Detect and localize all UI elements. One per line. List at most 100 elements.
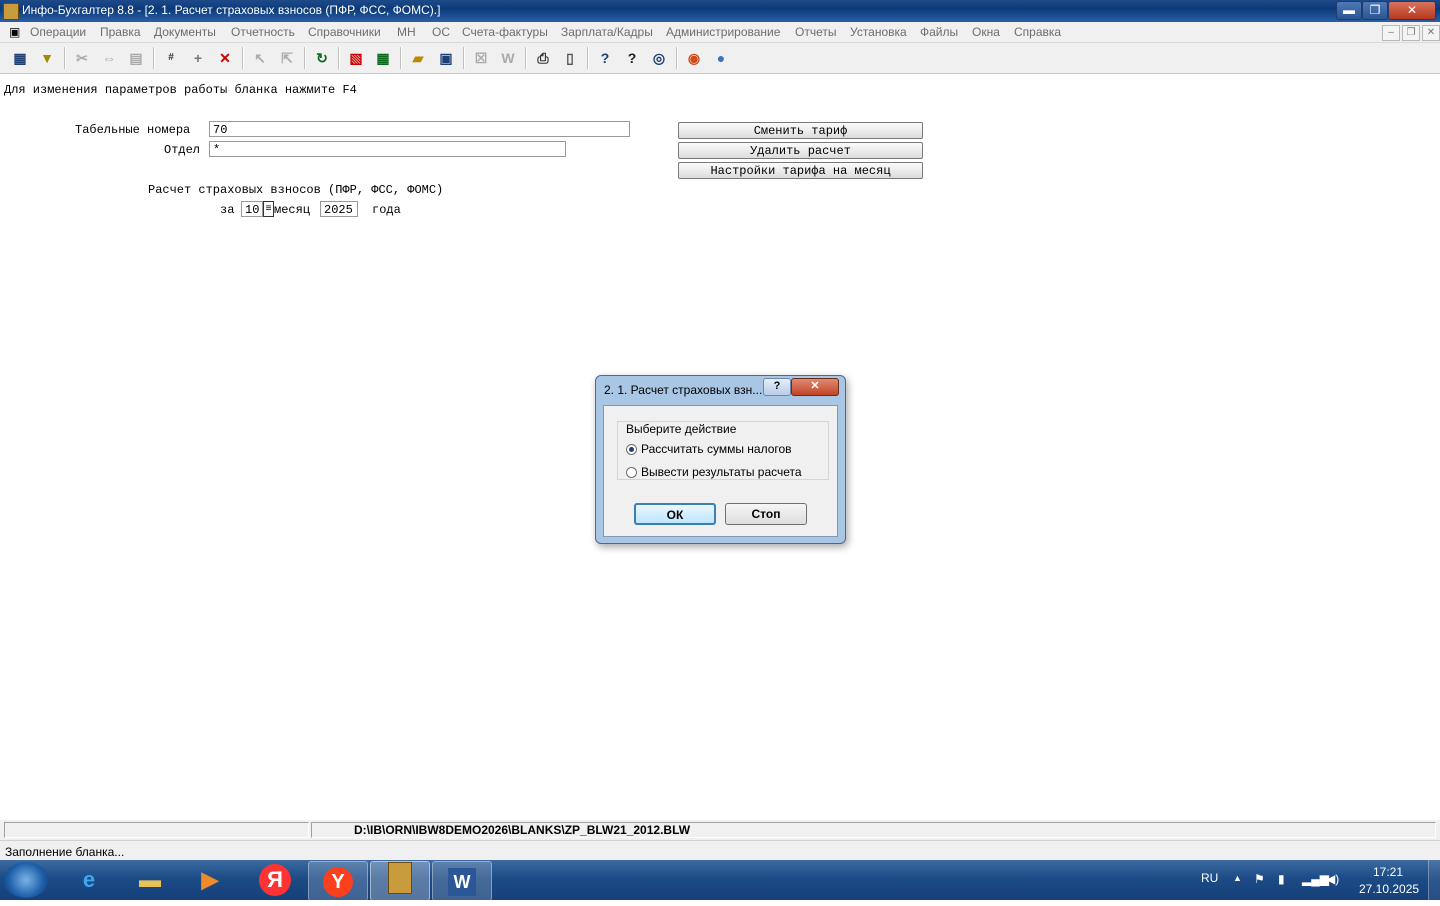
menu-item-operations[interactable]: Операции	[30, 25, 86, 39]
calculator-icon[interactable]: ▦	[374, 49, 392, 67]
year-input[interactable]: 2025	[320, 201, 358, 217]
department-label: Отдел	[164, 143, 201, 157]
group-label: Выберите действие	[626, 422, 737, 436]
word-taskbar-icon[interactable]: W	[432, 861, 492, 901]
filter-icon[interactable]: ▼	[38, 49, 56, 67]
ok-button[interactable]: ОК	[634, 503, 716, 525]
pdf-icon[interactable]: ▧	[347, 49, 365, 67]
copy-icon[interactable]: ⇔	[100, 49, 118, 67]
menu-item-invoices[interactable]: Счета-фактуры	[462, 25, 548, 39]
select-icon[interactable]: ↖	[251, 49, 269, 67]
ie-icon[interactable]: e	[60, 861, 118, 899]
mdi-close-button[interactable]: ✕	[1422, 25, 1440, 41]
media-player-icon[interactable]: ▶	[181, 861, 239, 899]
calc-title: Расчет страховых взносов (ПФР, ФСС, ФОМС…	[148, 183, 444, 197]
save-icon[interactable]: ▣	[437, 49, 455, 67]
menu-item-directories[interactable]: Справочники	[308, 25, 381, 39]
menu-item-reporting[interactable]: Отчетность	[231, 25, 295, 39]
clock-date[interactable]: 27.10.2025	[1359, 882, 1419, 896]
menu-item-os[interactable]: ОС	[432, 25, 450, 39]
explorer-icon[interactable]: ▬	[121, 861, 179, 899]
word-icon[interactable]: W	[499, 49, 517, 67]
action-center-icon[interactable]: ⚑	[1254, 872, 1265, 886]
show-desktop-button[interactable]	[1428, 860, 1440, 900]
change-tariff-button[interactable]: Сменить тариф	[678, 122, 923, 139]
help-icon[interactable]: ?	[596, 49, 614, 67]
menu-bar: ▣ Операции Правка Документы Отчетность С…	[0, 22, 1440, 43]
status-panel-left	[4, 822, 309, 838]
mdi-minimize-button[interactable]: –	[1382, 25, 1400, 41]
title-bar: Инфо-Бухгалтер 8.8 - [2. 1. Расчет страх…	[0, 0, 1440, 22]
info-accountant-icon[interactable]	[370, 861, 430, 901]
menu-item-administration[interactable]: Администрирование	[666, 25, 780, 39]
menu-item-documents[interactable]: Документы	[154, 25, 216, 39]
yandex-icon[interactable]: Я	[246, 861, 304, 899]
minimize-button[interactable]: ▬	[1336, 1, 1362, 20]
for-label: за	[220, 203, 235, 217]
maximize-button[interactable]: ❐	[1362, 1, 1388, 20]
radio-calc[interactable]	[626, 444, 637, 455]
network-icon[interactable]: ▂▄▆	[1302, 872, 1329, 886]
delete-calc-button[interactable]: Удалить расчет	[678, 142, 923, 159]
menu-item-mn[interactable]: МН	[397, 25, 416, 39]
option-calc-label[interactable]: Рассчитать суммы налогов	[641, 442, 792, 456]
power-icon[interactable]: ▮	[1278, 872, 1285, 886]
month-input[interactable]: 10	[241, 201, 263, 217]
menu-item-edit[interactable]: Правка	[100, 25, 141, 39]
context-help-icon[interactable]: ?	[623, 49, 641, 67]
month-label: месяц	[274, 203, 311, 217]
delete-icon[interactable]: ✕	[216, 49, 234, 67]
show-hidden-icons[interactable]: ▲	[1233, 873, 1242, 883]
menu-item-setup[interactable]: Установка	[850, 25, 907, 39]
menu-item-help[interactable]: Справка	[1014, 25, 1061, 39]
status-message: Заполнение бланка...	[5, 845, 125, 859]
dialog-title: 2. 1. Расчет страховых взн...	[604, 383, 763, 397]
stop-button[interactable]: Стоп	[725, 503, 807, 525]
mdi-restore-button[interactable]: ❐	[1402, 25, 1420, 41]
dialog-close-button[interactable]: ✕	[791, 378, 839, 396]
menu-item-payroll[interactable]: Зарплата/Кадры	[561, 25, 653, 39]
menu-item-reports[interactable]: Отчеты	[795, 25, 836, 39]
month-picker-button[interactable]: ≡	[263, 201, 274, 217]
open-folder-icon[interactable]: ▰	[409, 49, 427, 67]
add-icon[interactable]: +	[189, 49, 207, 67]
clock-time[interactable]: 17:21	[1373, 865, 1403, 879]
dialog-body: Выберите действие Рассчитать суммы налог…	[603, 405, 838, 537]
dialog-help-button[interactable]: ?	[763, 378, 791, 396]
globe-icon[interactable]: ●	[712, 49, 730, 67]
action-dialog: 2. 1. Расчет страховых взн... ? ✕ Выбери…	[595, 375, 846, 544]
compass-icon[interactable]: ◎	[650, 49, 668, 67]
close-button[interactable]: ✕	[1388, 1, 1436, 20]
app-icon[interactable]	[3, 3, 19, 20]
preview-icon[interactable]: ▯	[561, 49, 579, 67]
toolbar: ▦ ▼ ✂ ⇔ ▤ # + ✕ ↖ ⇱ ↻ ▧ ▦ ▰ ▣ ☒ W ⎙ ▯ ? …	[0, 43, 1440, 74]
excel-icon[interactable]: ☒	[472, 49, 490, 67]
window-title: Инфо-Бухгалтер 8.8 - [2. 1. Расчет страх…	[22, 3, 441, 17]
menu-item-windows[interactable]: Окна	[972, 25, 1000, 39]
path-text: D:\IB\ORN\IBW8DEMO2026\BLANKS\ZP_BLW21_2…	[354, 823, 691, 837]
department-input[interactable]: *	[209, 141, 566, 157]
volume-icon[interactable]: ◀)	[1326, 872, 1339, 886]
message-bar: Заполнение бланка...	[0, 840, 1440, 861]
language-indicator[interactable]: RU	[1201, 871, 1218, 885]
taskbar: e ▬ ▶ Я Y W RU ▲ ⚑ ▮ ▂▄▆ ◀) 17:21 27.10.…	[0, 860, 1440, 901]
print-icon[interactable]: ⎙	[534, 49, 552, 67]
lifebuoy-icon[interactable]: ◉	[685, 49, 703, 67]
option-output-label[interactable]: Вывести результаты расчета	[641, 465, 802, 479]
tariff-settings-button[interactable]: Настройки тарифа на месяц	[678, 162, 923, 179]
status-panel-path: D:\IB\ORN\IBW8DEMO2026\BLANKS\ZP_BLW21_2…	[311, 822, 1436, 838]
select-all-icon[interactable]: ⇱	[278, 49, 296, 67]
grid-icon[interactable]: ▦	[11, 49, 29, 67]
cut-icon[interactable]: ✂	[73, 49, 91, 67]
radio-output[interactable]	[626, 467, 637, 478]
paste-icon[interactable]: ▤	[127, 49, 145, 67]
yandex-browser-icon[interactable]: Y	[308, 861, 368, 901]
start-button[interactable]	[4, 862, 48, 898]
hint-text: Для изменения параметров работы бланка н…	[4, 83, 357, 97]
tab-numbers-input[interactable]: 70	[209, 121, 630, 137]
status-bar: D:\IB\ORN\IBW8DEMO2026\BLANKS\ZP_BLW21_2…	[0, 820, 1440, 840]
menu-item-files[interactable]: Файлы	[920, 25, 958, 39]
doc-icon[interactable]: ▣	[9, 25, 20, 39]
refresh-icon[interactable]: ↻	[313, 49, 331, 67]
renumber-icon[interactable]: #	[162, 49, 180, 67]
